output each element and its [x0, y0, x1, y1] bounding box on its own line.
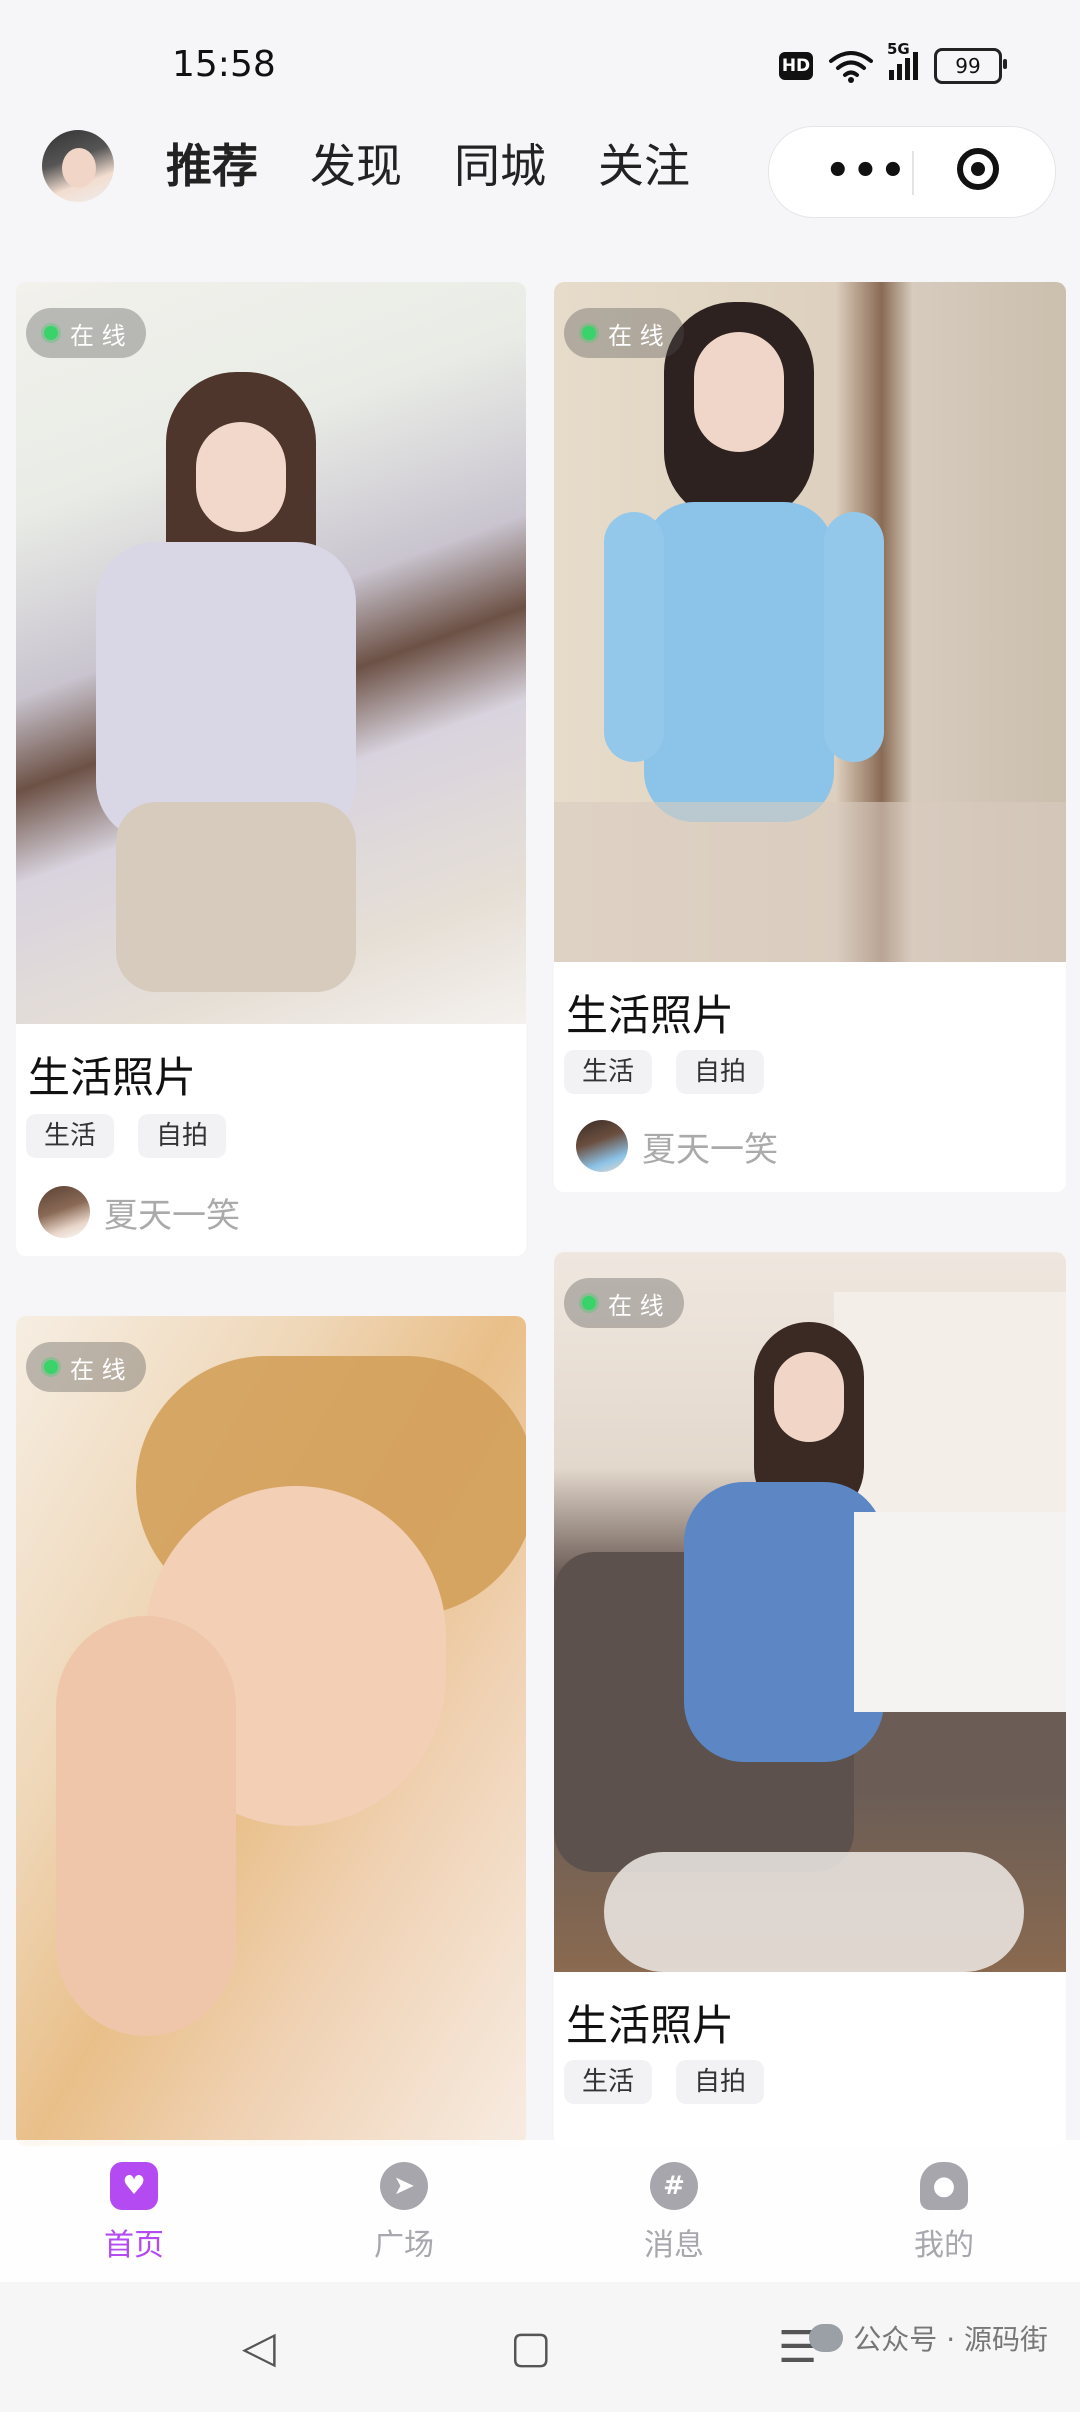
online-label: 在 线 [70, 321, 126, 350]
online-badge: 在 线 [564, 1278, 684, 1328]
tag-selfie[interactable]: 自拍 [676, 1050, 765, 1094]
online-label: 在 线 [608, 1291, 664, 1320]
online-dot-icon [44, 1360, 58, 1374]
post-author[interactable]: 夏天一笑 [576, 1120, 778, 1172]
post-title: 生活照片 [28, 1053, 197, 1102]
tag-selfie[interactable]: 自拍 [138, 1114, 227, 1158]
post-card[interactable]: 在 线 生活照片 生活 自拍 [554, 1252, 1066, 2146]
tab-discover[interactable]: 发现 [310, 134, 402, 198]
status-icons: HD 5G 99 [779, 40, 1007, 84]
post-photo[interactable] [554, 1252, 1066, 1972]
close-target-icon[interactable] [957, 148, 999, 190]
nav-profile[interactable]: ● 我的 [884, 2162, 1004, 2264]
tab-following[interactable]: 关注 [598, 134, 690, 198]
wechat-icon [809, 2324, 844, 2352]
network-label: 5G [887, 40, 910, 58]
post-author[interactable]: 夏天一笑 [38, 1186, 240, 1238]
nav-messages[interactable]: # 消息 [614, 2162, 734, 2264]
online-dot-icon [582, 1296, 596, 1310]
bottom-tab-bar: ♥ 首页 ➤ 广场 # 消息 ● 我的 [0, 2140, 1080, 2282]
nav-label: 广场 [374, 2228, 434, 2263]
post-photo[interactable] [554, 282, 1066, 962]
post-card[interactable]: 在 线 生活照片 生活 自拍 夏天一笑 [16, 282, 526, 1256]
tab-nearby[interactable]: 同城 [454, 134, 546, 198]
wifi-icon [829, 51, 873, 83]
online-badge: 在 线 [26, 308, 146, 358]
online-dot-icon [44, 326, 58, 340]
back-icon[interactable]: ◁ [242, 2322, 276, 2373]
feed-tabs: 推荐 发现 同城 关注 [166, 134, 690, 198]
online-badge: 在 线 [26, 1342, 146, 1392]
author-avatar [38, 1186, 90, 1238]
miniprogram-capsule: ••• [768, 126, 1056, 218]
post-photo[interactable] [16, 1316, 526, 2146]
post-tags: 生活 自拍 [26, 1114, 227, 1158]
post-photo[interactable] [16, 282, 526, 1024]
top-nav: 推荐 发现 同城 关注 ••• [0, 124, 1080, 234]
tag-selfie[interactable]: 自拍 [676, 2060, 765, 2104]
post-title: 生活照片 [566, 2001, 735, 2050]
author-avatar [576, 1120, 628, 1172]
hashtag-icon: # [650, 2162, 698, 2210]
watermark-text: 公众号 · 源码街 [853, 2323, 1048, 2356]
author-name: 夏天一笑 [642, 1129, 778, 1170]
more-button[interactable]: ••• [825, 149, 908, 193]
nav-label: 消息 [644, 2228, 704, 2263]
home-square-icon[interactable]: ▢ [510, 2322, 552, 2373]
person-icon: ● [920, 2162, 968, 2210]
compass-icon: ➤ [380, 2162, 428, 2210]
hd-icon: HD [779, 52, 813, 80]
user-avatar[interactable] [42, 130, 114, 202]
system-nav-bar: ◁ ▢ ☰ 公众号 · 源码街 [0, 2282, 1080, 2412]
online-dot-icon [582, 326, 596, 340]
nav-square[interactable]: ➤ 广场 [344, 2162, 464, 2264]
status-bar: 15:58 HD 5G 99 [0, 0, 1080, 130]
tag-life[interactable]: 生活 [564, 1050, 653, 1094]
post-tags: 生活 自拍 [564, 2060, 765, 2104]
nav-home[interactable]: ♥ 首页 [74, 2162, 194, 2264]
post-tags: 生活 自拍 [564, 1050, 765, 1094]
online-badge: 在 线 [564, 308, 684, 358]
battery-icon: 99 [934, 48, 1007, 84]
post-card[interactable]: 在 线 生活照片 生活 自拍 夏天一笑 [554, 282, 1066, 1192]
watermark: 公众号 · 源码街 [809, 2318, 1048, 2358]
tag-life[interactable]: 生活 [564, 2060, 653, 2104]
nav-label: 我的 [914, 2228, 974, 2263]
tab-recommend[interactable]: 推荐 [166, 134, 258, 198]
author-name: 夏天一笑 [104, 1195, 240, 1236]
nav-label: 首页 [104, 2228, 164, 2263]
online-label: 在 线 [608, 321, 664, 350]
capsule-divider [912, 151, 914, 195]
post-title: 生活照片 [566, 991, 735, 1040]
tag-life[interactable]: 生活 [26, 1114, 115, 1158]
status-time: 15:58 [172, 44, 276, 85]
signal-icon: 5G [887, 40, 918, 80]
online-label: 在 线 [70, 1355, 126, 1384]
home-heart-icon: ♥ [110, 2162, 158, 2210]
post-card[interactable]: 在 线 [16, 1316, 526, 2146]
